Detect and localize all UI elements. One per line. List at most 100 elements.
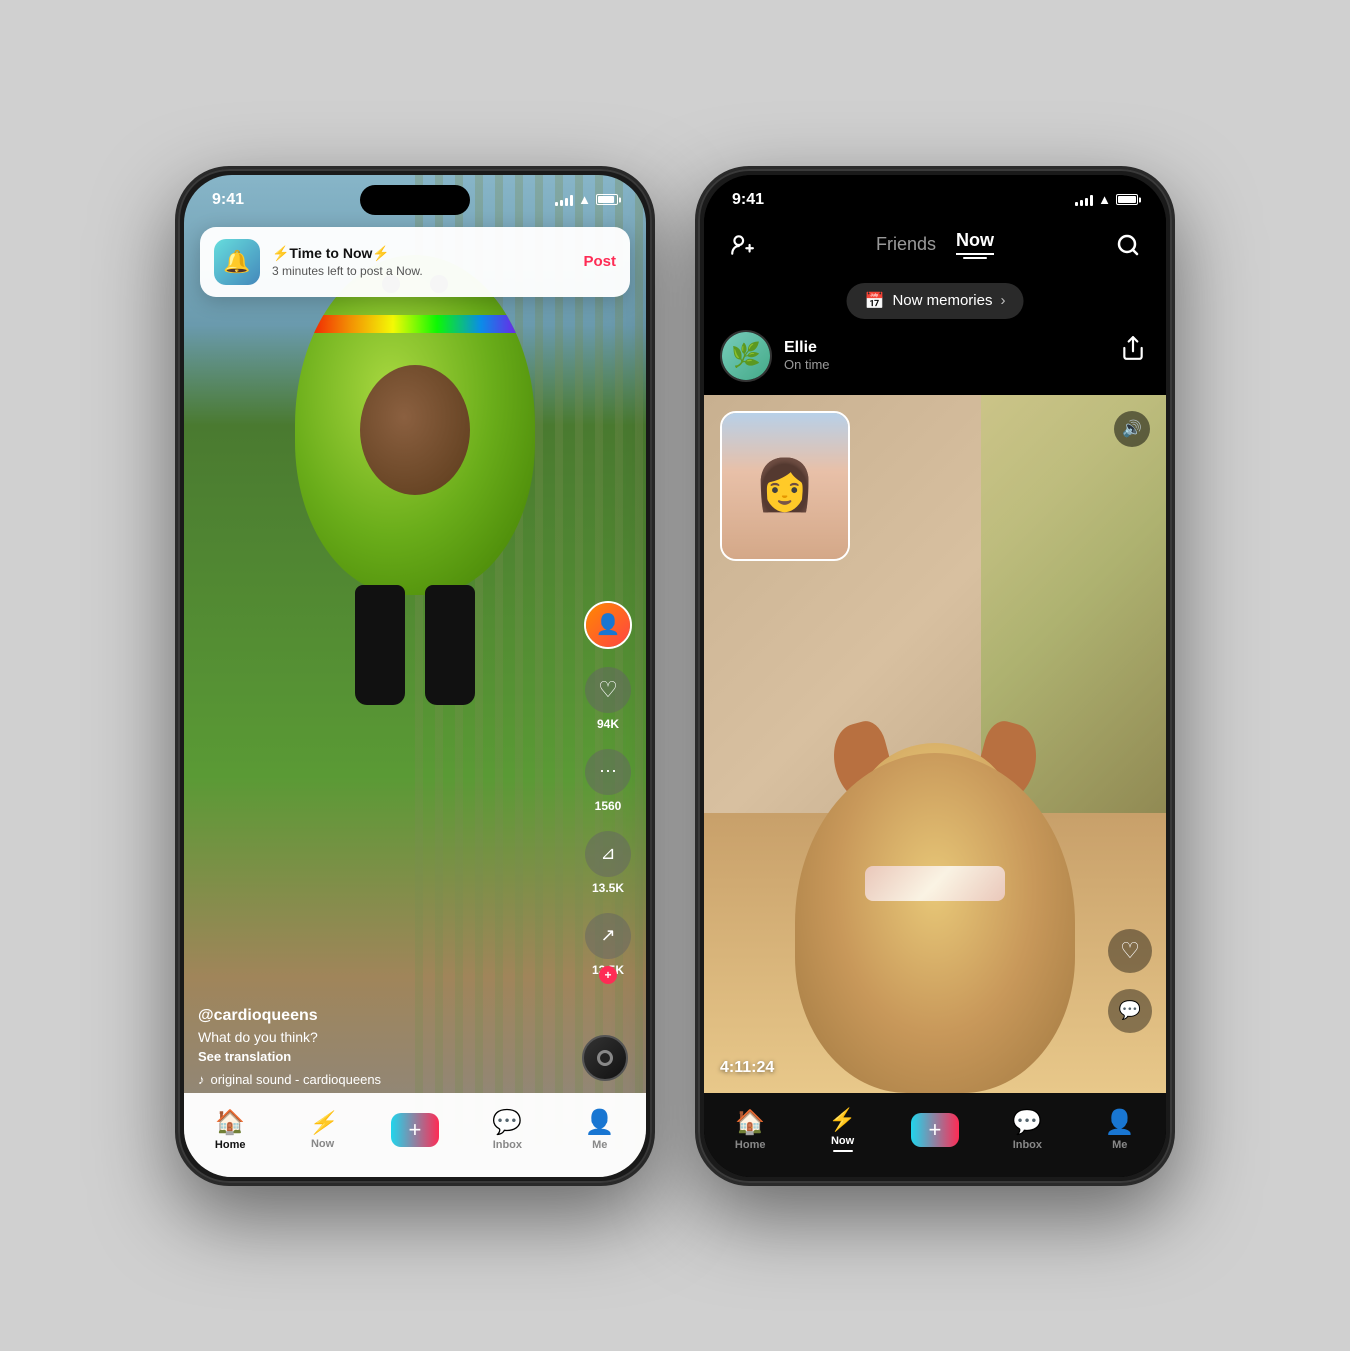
nav-me-2[interactable]: 👤 Me: [1090, 1108, 1150, 1151]
notification-post-button[interactable]: Post: [583, 253, 616, 270]
dog-fur: [795, 753, 1075, 1093]
nav-home-2[interactable]: 🏠 Home: [720, 1108, 780, 1151]
post-username: Ellie: [784, 339, 830, 357]
see-translation-button[interactable]: See translation: [198, 1049, 576, 1064]
notification-title: ⚡Time to Now⚡: [272, 245, 571, 262]
now-tab-group: Friends Now: [876, 230, 994, 259]
now-label-2: Now: [831, 1135, 854, 1147]
phone1-screen: 9:41 ▲: [184, 175, 646, 1177]
video-sound: ♪ original sound - cardioqueens: [198, 1072, 576, 1087]
follow-button[interactable]: +: [599, 966, 617, 984]
add-friend-button[interactable]: [724, 227, 760, 263]
status-icons-1: ▲: [555, 192, 618, 207]
signal-icon-2: [1075, 194, 1093, 206]
create-button-2[interactable]: +: [911, 1113, 959, 1147]
music-disc[interactable]: [582, 1035, 628, 1081]
now-content: 👩 🔊 ♡ 💬 4:11:24: [704, 395, 1166, 1093]
dog-scarf: [865, 866, 1005, 901]
home-label-2: Home: [735, 1139, 766, 1151]
like-button[interactable]: ♡ 94K: [585, 667, 631, 731]
now-header: Friends Now: [704, 219, 1166, 271]
phone-2: 9:41 ▲: [695, 166, 1175, 1186]
home-label-1: Home: [215, 1139, 246, 1151]
memories-pill-button[interactable]: 📅 Now memories ›: [847, 283, 1024, 319]
now-icon-1: ⚡: [309, 1110, 336, 1136]
battery-icon-1: [596, 194, 618, 205]
sound-text: original sound - cardioqueens: [211, 1072, 382, 1087]
post-user-avatar[interactable]: 🌿: [720, 330, 772, 382]
home-icon-2: 🏠: [735, 1108, 765, 1137]
sound-toggle-button[interactable]: 🔊: [1114, 411, 1150, 447]
now-label-1: Now: [311, 1138, 334, 1150]
notification-text: ⚡Time to Now⚡ 3 minutes left to post a N…: [272, 245, 571, 278]
signal-icon-1: [555, 194, 573, 206]
wifi-icon-1: ▲: [578, 192, 591, 207]
bookmark-button[interactable]: ⊿ 13.5K: [585, 831, 631, 895]
scene: 9:41 ▲: [0, 0, 1350, 1351]
creator-avatar: 👤: [584, 601, 632, 649]
notification-banner[interactable]: 🔔 ⚡Time to Now⚡ 3 minutes left to post a…: [200, 227, 630, 297]
music-disc-inner: [597, 1050, 613, 1066]
avocado-character: [275, 255, 555, 755]
post-user-info: 🌿 Ellie On time: [720, 330, 830, 382]
me-label-1: Me: [592, 1139, 607, 1151]
me-icon-2: 👤: [1105, 1108, 1135, 1137]
bottom-nav-1: 🏠 Home ⚡ Now + 💬 Inbox: [184, 1093, 646, 1177]
notification-icon: 🔔: [214, 239, 260, 285]
inbox-label-1: Inbox: [493, 1139, 522, 1151]
memories-chevron-icon: ›: [1000, 292, 1005, 309]
dynamic-island-2: [880, 185, 990, 215]
tab-active-indicator: [963, 257, 987, 259]
plus-icon-1: +: [409, 1117, 422, 1143]
now-share-button[interactable]: [1120, 335, 1146, 367]
inbox-icon-2: 💬: [1012, 1108, 1042, 1137]
plus-icon-2: +: [929, 1117, 942, 1143]
music-note-icon: ♪: [198, 1072, 205, 1087]
selfie-photo: 👩: [722, 413, 848, 559]
selfie-thumbnail: 👩: [720, 411, 850, 561]
me-label-2: Me: [1112, 1139, 1127, 1151]
nav-plus-2[interactable]: +: [905, 1113, 965, 1147]
phone-1: 9:41 ▲: [175, 166, 655, 1186]
status-icons-2: ▲: [1075, 192, 1138, 207]
tab-now[interactable]: Now: [956, 230, 994, 255]
tab-friends[interactable]: Friends: [876, 234, 936, 255]
time-1: 9:41: [212, 191, 244, 209]
comment-button[interactable]: ⋯ 1560: [585, 749, 631, 813]
now-like-button[interactable]: ♡: [1108, 929, 1152, 973]
video-info: @cardioqueens What do you think? See tra…: [198, 1007, 576, 1087]
now-active-dot: [833, 1150, 853, 1152]
nav-now-2[interactable]: ⚡ Now: [813, 1107, 873, 1152]
me-icon-1: 👤: [585, 1108, 615, 1137]
nav-inbox-1[interactable]: 💬 Inbox: [477, 1108, 537, 1151]
nav-home-1[interactable]: 🏠 Home: [200, 1108, 260, 1151]
nav-me-1[interactable]: 👤 Me: [570, 1108, 630, 1151]
now-timer: 4:11:24: [720, 1059, 774, 1077]
dynamic-island-1: [360, 185, 470, 215]
creator-avatar-button[interactable]: 👤 +: [584, 601, 632, 649]
phone2-screen: 9:41 ▲: [704, 175, 1166, 1177]
nav-now-1[interactable]: ⚡ Now: [293, 1110, 353, 1150]
inbox-label-2: Inbox: [1013, 1139, 1042, 1151]
time-2: 9:41: [732, 191, 764, 209]
home-icon-1: 🏠: [215, 1108, 245, 1137]
post-user-details: Ellie On time: [784, 339, 830, 372]
bottom-nav-2: 🏠 Home ⚡ Now + 💬 In: [704, 1093, 1166, 1177]
dog-character: [785, 713, 1085, 1093]
video-username[interactable]: @cardioqueens: [198, 1007, 576, 1025]
post-status: On time: [784, 357, 830, 372]
now-icon-2: ⚡: [829, 1107, 856, 1133]
wifi-icon-2: ▲: [1098, 192, 1111, 207]
nav-plus-1[interactable]: +: [385, 1113, 445, 1147]
create-button-1[interactable]: +: [391, 1113, 439, 1147]
search-button[interactable]: [1110, 227, 1146, 263]
video-actions: 👤 + ♡ 94K ⋯ 1560 ⊿ 13.5K: [584, 601, 632, 977]
battery-icon-2: [1116, 194, 1138, 205]
notification-subtitle: 3 minutes left to post a Now.: [272, 264, 571, 278]
now-comment-button[interactable]: 💬: [1108, 989, 1152, 1033]
now-main-photo: 👩 🔊 ♡ 💬 4:11:24: [704, 395, 1166, 1093]
memories-label: Now memories: [892, 292, 992, 309]
calendar-icon: 📅: [865, 291, 885, 311]
nav-inbox-2[interactable]: 💬 Inbox: [997, 1108, 1057, 1151]
video-description: What do you think?: [198, 1029, 576, 1045]
